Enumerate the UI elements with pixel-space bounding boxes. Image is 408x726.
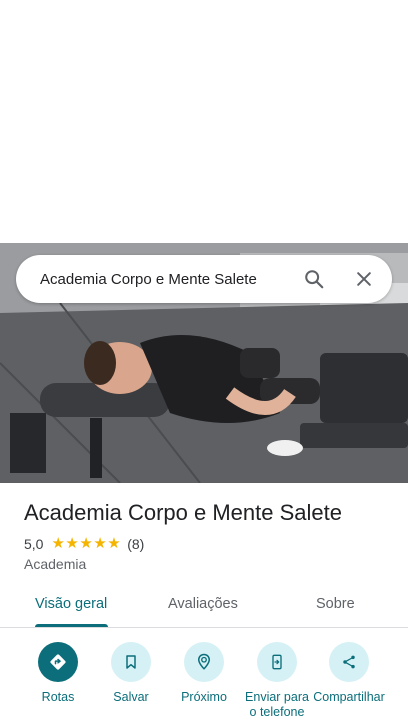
divider	[0, 627, 408, 628]
directions-button[interactable]: Rotas	[18, 640, 98, 705]
nearby-icon[interactable]	[184, 642, 224, 682]
save-label: Salvar	[113, 690, 149, 704]
star-icon: ★	[107, 535, 121, 552]
search-icon[interactable]	[302, 267, 326, 291]
send-to-phone-button[interactable]: Enviar para o telefone	[237, 640, 317, 720]
tab-overview[interactable]: Visão geral	[35, 596, 107, 612]
share-icon[interactable]	[329, 642, 369, 682]
send-to-phone-icon[interactable]	[257, 642, 297, 682]
directions-label: Rotas	[41, 690, 75, 704]
send-to-phone-label: Enviar para o telefone	[245, 690, 309, 719]
nearby-button[interactable]: Próximo	[164, 640, 244, 705]
directions-icon[interactable]	[38, 642, 78, 682]
star-icon: ★	[65, 535, 79, 552]
search-input[interactable]: Academia Corpo e Mente Salete	[40, 271, 302, 288]
share-button[interactable]: Compartilhar	[309, 640, 389, 705]
search-bar[interactable]: Academia Corpo e Mente Salete	[16, 255, 392, 303]
nearby-label: Próximo	[181, 690, 227, 704]
star-icon: ★	[79, 535, 93, 552]
action-buttons: Rotas Salvar Próximo Enviar para o telef…	[0, 640, 408, 726]
tab-reviews[interactable]: Avaliações	[168, 596, 238, 612]
tab-about[interactable]: Sobre	[316, 596, 355, 612]
reviews-count: (8)	[127, 536, 145, 552]
bookmark-icon[interactable]	[111, 642, 151, 682]
close-icon[interactable]	[352, 267, 376, 291]
star-icon: ★	[93, 535, 107, 552]
place-category[interactable]: Academia	[24, 556, 86, 572]
rating-value: 5,0	[24, 536, 44, 552]
rating-stars: ★ ★ ★ ★ ★	[51, 535, 121, 552]
place-title: Academia Corpo e Mente Salete	[24, 500, 342, 525]
share-label: Compartilhar	[313, 690, 385, 704]
tab-bar: Visão geral Avaliações Sobre	[0, 588, 408, 628]
rating-row[interactable]: 5,0 ★ ★ ★ ★ ★ (8)	[24, 536, 144, 552]
save-button[interactable]: Salvar	[91, 640, 171, 705]
star-icon: ★	[51, 535, 65, 552]
